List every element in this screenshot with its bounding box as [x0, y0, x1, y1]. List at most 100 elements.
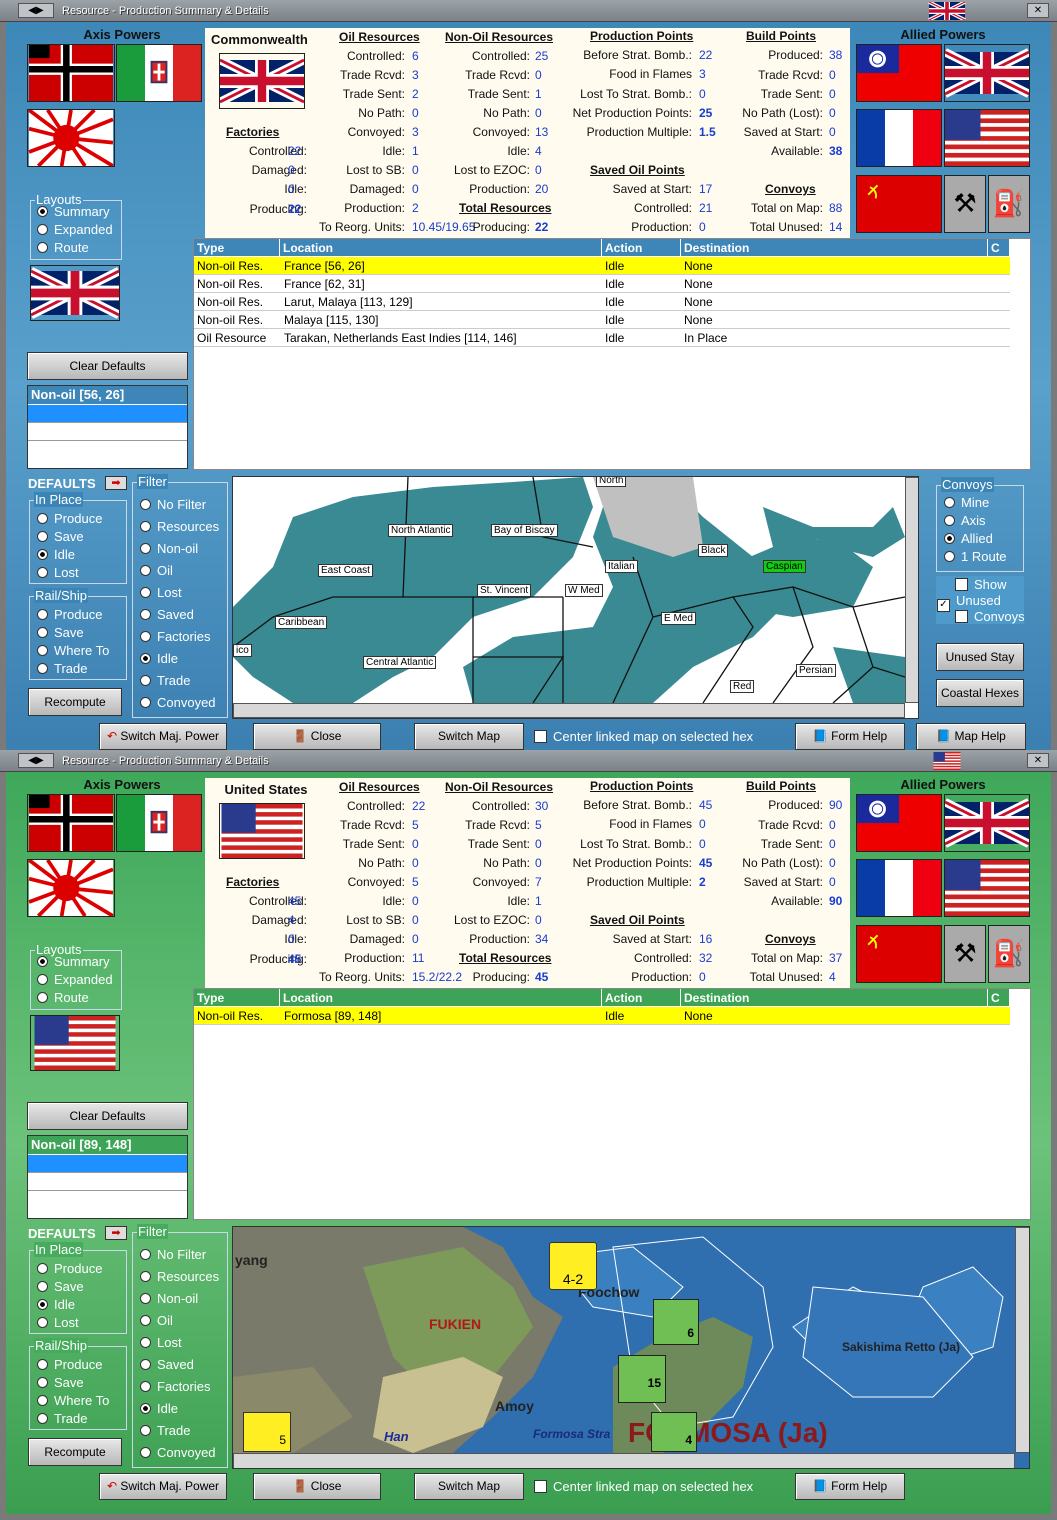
germany-flag[interactable]: [27, 794, 115, 852]
filter-resources-radio[interactable]: Resources: [140, 519, 219, 534]
inplace-produce-radio[interactable]: Produce: [37, 511, 102, 526]
filter-nonoil-radio[interactable]: Non-oil: [140, 541, 198, 556]
italy-flag[interactable]: [116, 794, 202, 852]
clear-defaults-button[interactable]: Clear Defaults: [27, 352, 188, 380]
window-menu-icon[interactable]: ◀▶: [18, 3, 54, 18]
convoy-allied-radio[interactable]: Allied: [944, 531, 993, 546]
col-destination-header[interactable]: Destination: [681, 239, 988, 256]
col-destination-header[interactable]: Destination: [681, 989, 988, 1006]
map-horizontal-scrollbar[interactable]: [233, 703, 905, 718]
center-map-checkbox[interactable]: Center linked map on selected hex: [534, 1479, 753, 1494]
rail-whereto-radio[interactable]: Where To: [37, 643, 109, 658]
uk-flag[interactable]: [944, 44, 1030, 102]
hammer-pick-icon[interactable]: ⚒: [944, 925, 986, 983]
resource-table[interactable]: Type Location Action Destination C Non-o…: [193, 238, 1031, 470]
layout-route-radio[interactable]: Route: [37, 240, 89, 255]
filter-idle-radio[interactable]: Idle: [140, 1401, 178, 1416]
china-flag[interactable]: [856, 44, 942, 102]
layout-route-radio[interactable]: Route: [37, 990, 89, 1005]
rail-whereto-radio[interactable]: Where To: [37, 1393, 109, 1408]
col-type-header[interactable]: Type: [194, 989, 280, 1006]
inplace-idle-radio[interactable]: Idle: [37, 1297, 75, 1312]
rail-produce-radio[interactable]: Produce: [37, 1357, 102, 1372]
recompute-button[interactable]: Recompute: [28, 688, 122, 716]
layout-expanded-radio[interactable]: Expanded: [37, 972, 113, 987]
window-menu-icon[interactable]: ◀▶: [18, 753, 54, 768]
resource-table[interactable]: Type Location Action Destination C Non-o…: [193, 988, 1031, 1220]
filter-idle-radio[interactable]: Idle: [140, 651, 178, 666]
filter-nofilter-radio[interactable]: No Filter: [140, 497, 206, 512]
close-window-icon[interactable]: ✕: [1027, 3, 1049, 18]
usa-flag[interactable]: [944, 859, 1030, 917]
coastal-hexes-button[interactable]: Coastal Hexes: [936, 679, 1024, 707]
map-vertical-scrollbar[interactable]: [905, 477, 918, 703]
filter-saved-radio[interactable]: Saved: [140, 607, 194, 622]
form-help-button[interactable]: 📘 Form Help: [795, 723, 905, 750]
unit-counter[interactable]: 4: [651, 1412, 697, 1452]
inplace-lost-radio[interactable]: Lost: [37, 565, 79, 580]
filter-oil-radio[interactable]: Oil: [140, 563, 173, 578]
table-row[interactable]: Non-oil Res. France [62, 31] Idle None: [194, 275, 1010, 293]
oil-derrick-icon[interactable]: ⛽: [988, 175, 1030, 233]
inplace-produce-radio[interactable]: Produce: [37, 1261, 102, 1276]
filter-nonoil-radio[interactable]: Non-oil: [140, 1291, 198, 1306]
formosa-map[interactable]: yang Foochow FUKIEN Sakishima Retto (Ja)…: [232, 1226, 1030, 1469]
hex-listbox[interactable]: Non-oil [56, 26]: [27, 385, 188, 469]
filter-saved-radio[interactable]: Saved: [140, 1357, 194, 1372]
table-row[interactable]: Non-oil Res. Formosa [89, 148] Idle None: [194, 1007, 1010, 1025]
filter-resources-radio[interactable]: Resources: [140, 1269, 219, 1284]
table-row[interactable]: Non-oil Res. Larut, Malaya [113, 129] Idle…: [194, 293, 1010, 311]
italy-flag[interactable]: [116, 44, 202, 102]
japan-flag[interactable]: [27, 859, 115, 917]
unit-counter[interactable]: 4-2: [549, 1242, 597, 1290]
recompute-button[interactable]: Recompute: [28, 1438, 122, 1466]
uk-flag[interactable]: [944, 794, 1030, 852]
unit-counter[interactable]: 6: [653, 1299, 699, 1345]
ussr-flag[interactable]: [856, 175, 942, 233]
rail-trade-radio[interactable]: Trade: [37, 661, 87, 676]
unit-counter[interactable]: 5: [243, 1412, 291, 1452]
germany-flag[interactable]: [27, 44, 115, 102]
col-location-header[interactable]: Location: [280, 989, 602, 1006]
layout-summary-radio[interactable]: Summary: [37, 204, 110, 219]
filter-lost-radio[interactable]: Lost: [140, 585, 182, 600]
filter-trade-radio[interactable]: Trade: [140, 1423, 190, 1438]
layout-expanded-radio[interactable]: Expanded: [37, 222, 113, 237]
filter-convoyed-radio[interactable]: Convoyed: [140, 695, 216, 710]
hammer-pick-icon[interactable]: ⚒: [944, 175, 986, 233]
unit-counter[interactable]: 15: [618, 1355, 666, 1403]
col-type-header[interactable]: Type: [194, 239, 280, 256]
filter-convoyed-radio[interactable]: Convoyed: [140, 1445, 216, 1460]
layout-summary-radio[interactable]: Summary: [37, 954, 110, 969]
col-c-header[interactable]: C: [988, 989, 1010, 1006]
listbox-row[interactable]: [28, 1172, 187, 1190]
world-map[interactable]: North North Atlantic Bay of Biscay Black…: [232, 476, 919, 719]
switch-power-button[interactable]: ↶ Switch Maj. Power: [99, 1473, 227, 1500]
listbox-row[interactable]: [28, 1190, 187, 1208]
listbox-selected-row[interactable]: [28, 1154, 187, 1172]
clear-defaults-button[interactable]: Clear Defaults: [27, 1102, 188, 1130]
switch-map-button[interactable]: Switch Map: [414, 723, 524, 750]
table-row[interactable]: Non-oil Res. Malaya [115, 130] Idle None: [194, 311, 1010, 329]
col-action-header[interactable]: Action: [602, 989, 681, 1006]
rail-save-radio[interactable]: Save: [37, 1375, 84, 1390]
oil-derrick-icon[interactable]: ⛽: [988, 925, 1030, 983]
col-c-header[interactable]: C: [988, 239, 1010, 256]
listbox-selected-row[interactable]: [28, 404, 187, 422]
switch-power-button[interactable]: ↶ Switch Maj. Power: [99, 723, 227, 750]
rail-trade-radio[interactable]: Trade: [37, 1411, 87, 1426]
china-flag[interactable]: [856, 794, 942, 852]
filter-factories-radio[interactable]: Factories: [140, 629, 210, 644]
filter-trade-radio[interactable]: Trade: [140, 673, 190, 688]
rail-produce-radio[interactable]: Produce: [37, 607, 102, 622]
convoy-axis-radio[interactable]: Axis: [944, 513, 986, 528]
close-button[interactable]: 🚪 Close: [253, 1473, 381, 1500]
inplace-idle-radio[interactable]: Idle: [37, 547, 75, 562]
switch-map-button[interactable]: Switch Map: [414, 1473, 524, 1500]
listbox-row[interactable]: [28, 422, 187, 440]
form-help-button[interactable]: 📘 Form Help: [795, 1473, 905, 1500]
filter-factories-radio[interactable]: Factories: [140, 1379, 210, 1394]
table-row[interactable]: Non-oil Res. France [56, 26] Idle None: [194, 257, 1010, 275]
inplace-save-radio[interactable]: Save: [37, 1279, 84, 1294]
col-action-header[interactable]: Action: [602, 239, 681, 256]
